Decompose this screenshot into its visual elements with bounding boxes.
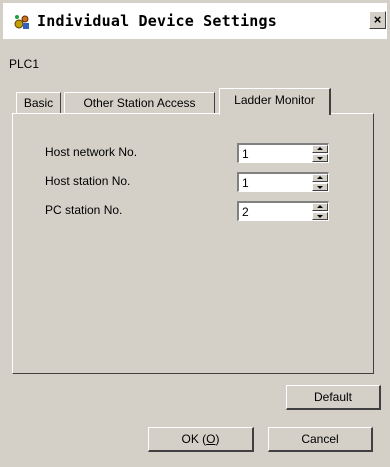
arrow-down-icon (317, 157, 323, 160)
ok-accelerator: O (206, 432, 216, 446)
device-name: PLC1 (9, 57, 40, 71)
cancel-button[interactable]: Cancel (268, 427, 373, 452)
stepper-buttons (312, 145, 328, 162)
window-title: Individual Device Settings (37, 12, 277, 30)
decrement-button[interactable] (312, 212, 328, 220)
tab-other-station-access[interactable]: Other Station Access (64, 92, 215, 113)
pc-station-stepper[interactable]: 2 (237, 201, 329, 221)
close-button[interactable]: × (369, 11, 386, 29)
host-network-stepper[interactable]: 1 (237, 143, 329, 163)
pc-station-value: 2 (242, 205, 249, 219)
arrow-up-icon (317, 147, 323, 150)
increment-button[interactable] (312, 203, 328, 211)
host-station-value: 1 (242, 176, 249, 190)
ok-prefix: OK ( (181, 432, 207, 446)
close-icon: × (373, 12, 382, 27)
host-network-value: 1 (242, 147, 249, 161)
tab-basic[interactable]: Basic (16, 92, 61, 113)
decrement-button[interactable] (312, 183, 328, 191)
arrow-down-icon (317, 186, 323, 189)
arrow-up-icon (317, 176, 323, 179)
stepper-buttons (312, 174, 328, 191)
increment-button[interactable] (312, 174, 328, 182)
tab-ladder-monitor[interactable]: Ladder Monitor (219, 88, 331, 115)
increment-button[interactable] (312, 145, 328, 153)
tab-label: Other Station Access (83, 96, 196, 110)
decrement-button[interactable] (312, 154, 328, 162)
default-button[interactable]: Default (286, 385, 381, 410)
ok-button-label: OK (O) (181, 432, 219, 446)
arrow-down-icon (317, 215, 323, 218)
cancel-button-label: Cancel (301, 432, 339, 446)
host-station-stepper[interactable]: 1 (237, 172, 329, 192)
tab-label: Ladder Monitor (234, 93, 315, 107)
device-settings-icon (14, 15, 29, 29)
title-bar[interactable]: Individual Device Settings × (3, 3, 387, 39)
tab-label: Basic (23, 96, 54, 110)
arrow-up-icon (317, 205, 323, 208)
dialog-window: Individual Device Settings × PLC1 Basic … (0, 0, 390, 467)
ok-button[interactable]: OK (O) (148, 427, 254, 452)
default-button-label: Default (313, 390, 353, 404)
stepper-buttons (312, 203, 328, 220)
ok-suffix: ) (215, 432, 220, 446)
